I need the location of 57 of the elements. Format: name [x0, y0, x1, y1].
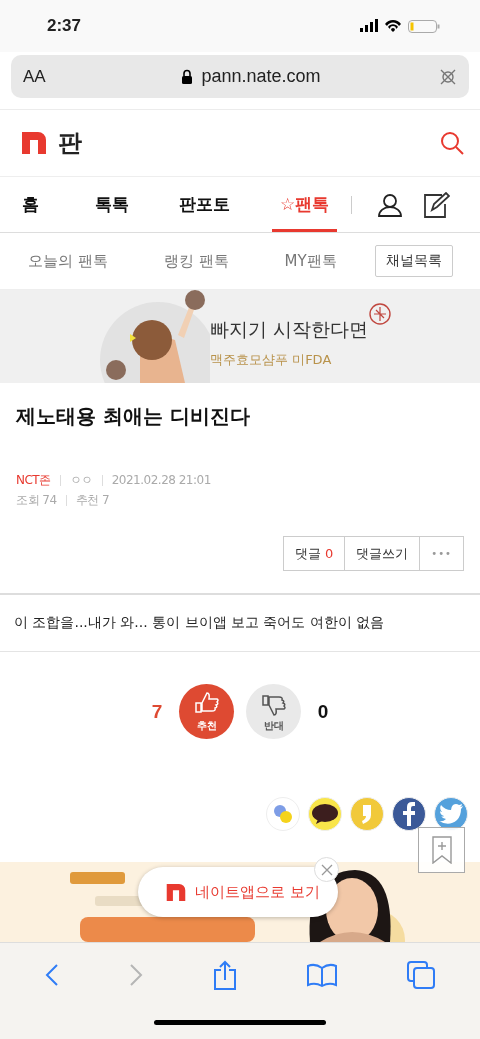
upvote-button[interactable]: 추천: [179, 684, 234, 739]
bookmark-plus-icon: [431, 836, 452, 864]
two-dots-icon: [272, 803, 294, 825]
post-date: 2021.02.28 21:01: [111, 472, 211, 489]
kakaotalk-share-button[interactable]: [308, 797, 342, 831]
forward-icon[interactable]: [129, 962, 143, 987]
facebook-share-button[interactable]: [392, 797, 426, 831]
nav-tab[interactable]: 홈: [14, 177, 47, 232]
sub-tab[interactable]: 랭킹 팬톡: [163, 251, 229, 271]
signal-icon: [360, 19, 378, 33]
status-time: 2:37: [47, 16, 82, 36]
author-name: ㅇㅇ: [69, 472, 93, 489]
comma-icon: [360, 803, 374, 825]
tabs-icon[interactable]: [407, 960, 435, 989]
address-bar[interactable]: AA pann.nate.com: [11, 55, 469, 98]
downvote-button[interactable]: 반대: [246, 684, 301, 739]
speech-bubble-icon: [311, 803, 339, 825]
share-icon[interactable]: [213, 959, 237, 990]
wifi-icon: [384, 19, 402, 33]
close-icon: [320, 863, 333, 876]
tracking-blocked-icon[interactable]: [439, 67, 457, 86]
post-title: 제노태용 최애는 디비진다: [16, 403, 251, 430]
brand-logo-icon: [368, 302, 392, 326]
open-in-app-label: 네이트앱으로 보기: [195, 882, 320, 902]
recommend-count: 추천 7: [75, 492, 110, 509]
nate-logo-icon[interactable]: [22, 132, 46, 154]
bookmarks-icon[interactable]: [307, 962, 337, 987]
nav-tab[interactable]: 판포토: [171, 177, 238, 232]
edit-icon[interactable]: [424, 191, 451, 218]
ad-headline: 빠지기 시작한다면: [210, 317, 369, 342]
url-text: pann.nate.com: [201, 66, 321, 87]
channel-link[interactable]: NCT존: [16, 470, 51, 490]
post-body: 이 조합을...내가 와... 통이 브이앱 보고 죽어도 여한이 없음: [0, 595, 480, 652]
downvote-count: 0: [316, 700, 330, 723]
channel-list-button[interactable]: 채널목록: [374, 245, 453, 277]
band-share-button[interactable]: [266, 797, 300, 831]
sub-tab[interactable]: MY팬톡: [284, 251, 337, 271]
back-icon[interactable]: [45, 962, 59, 987]
facebook-icon: [402, 802, 416, 826]
write-comment-button[interactable]: 댓글쓰기: [344, 536, 421, 571]
user-icon[interactable]: [378, 192, 403, 217]
ad-subline: 맥주효모샴푸 미FDA: [210, 351, 333, 369]
text-size-button[interactable]: AA: [23, 66, 63, 87]
battery-icon: [408, 19, 440, 33]
site-title[interactable]: 판: [58, 127, 82, 159]
nav-tab[interactable]: ☆팬톡: [272, 177, 338, 232]
sub-tab[interactable]: 오늘의 팬톡: [28, 251, 108, 271]
open-in-app-banner[interactable]: 네이트앱으로 보기: [138, 867, 338, 917]
comments-button[interactable]: 댓글 0: [282, 536, 346, 571]
bird-icon: [439, 804, 463, 824]
lock-icon: [181, 69, 194, 84]
nav-tab[interactable]: 톡톡: [87, 177, 137, 232]
search-icon[interactable]: [440, 131, 464, 155]
upvote-count: 7: [150, 700, 164, 723]
view-count: 조회 74: [16, 492, 57, 509]
ad-banner[interactable]: 빠지기 시작한다면 맥주효모샴푸 미FDA: [0, 290, 480, 383]
nate-logo-icon: [166, 883, 186, 901]
